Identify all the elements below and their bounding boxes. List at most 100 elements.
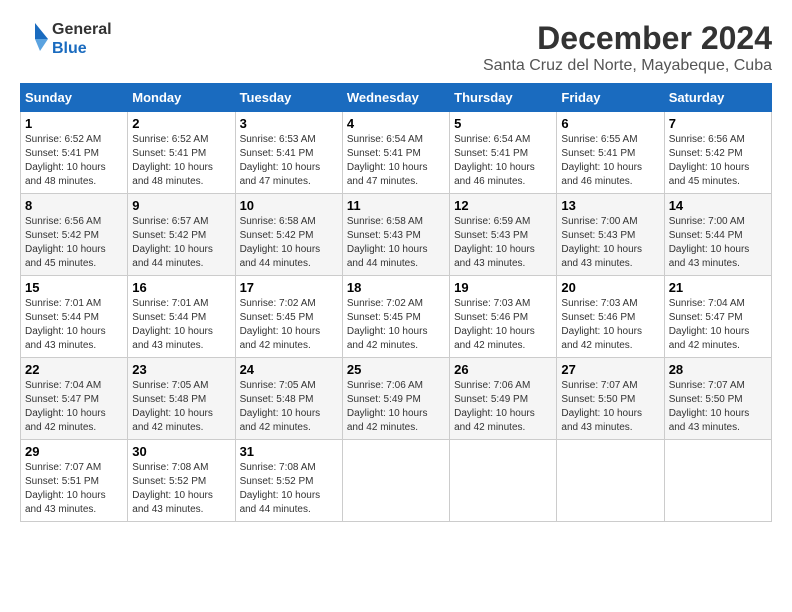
day-info: Sunrise: 7:01 AM Sunset: 5:44 PM Dayligh…	[25, 297, 123, 353]
page-header: General Blue December 2024 Santa Cruz de…	[20, 20, 772, 75]
day-info: Sunrise: 7:02 AM Sunset: 5:45 PM Dayligh…	[240, 297, 338, 353]
table-row: 5 Sunrise: 6:54 AM Sunset: 5:41 PM Dayli…	[450, 112, 557, 194]
calendar-table: Sunday Monday Tuesday Wednesday Thursday…	[20, 83, 772, 522]
table-row: 19 Sunrise: 7:03 AM Sunset: 5:46 PM Dayl…	[450, 276, 557, 358]
day-info: Sunrise: 6:59 AM Sunset: 5:43 PM Dayligh…	[454, 215, 552, 271]
day-number: 10	[240, 198, 338, 213]
table-row	[450, 440, 557, 522]
day-number: 8	[25, 198, 123, 213]
day-number: 27	[561, 362, 659, 377]
table-row: 10 Sunrise: 6:58 AM Sunset: 5:42 PM Dayl…	[235, 194, 342, 276]
table-row: 8 Sunrise: 6:56 AM Sunset: 5:42 PM Dayli…	[21, 194, 128, 276]
day-info: Sunrise: 6:58 AM Sunset: 5:43 PM Dayligh…	[347, 215, 445, 271]
logo-bird-icon	[20, 21, 50, 57]
day-number: 17	[240, 280, 338, 295]
day-number: 4	[347, 116, 445, 131]
table-row	[557, 440, 664, 522]
col-friday: Friday	[557, 84, 664, 112]
day-number: 1	[25, 116, 123, 131]
day-info: Sunrise: 6:54 AM Sunset: 5:41 PM Dayligh…	[347, 133, 445, 189]
day-info: Sunrise: 6:53 AM Sunset: 5:41 PM Dayligh…	[240, 133, 338, 189]
table-row: 16 Sunrise: 7:01 AM Sunset: 5:44 PM Dayl…	[128, 276, 235, 358]
day-number: 22	[25, 362, 123, 377]
logo-text-block: General Blue	[52, 20, 112, 58]
table-row: 13 Sunrise: 7:00 AM Sunset: 5:43 PM Dayl…	[557, 194, 664, 276]
day-number: 16	[132, 280, 230, 295]
calendar-week-row: 8 Sunrise: 6:56 AM Sunset: 5:42 PM Dayli…	[21, 194, 772, 276]
table-row: 9 Sunrise: 6:57 AM Sunset: 5:42 PM Dayli…	[128, 194, 235, 276]
day-number: 3	[240, 116, 338, 131]
logo-line2: Blue	[52, 39, 112, 58]
day-number: 9	[132, 198, 230, 213]
day-number: 30	[132, 444, 230, 459]
table-row: 18 Sunrise: 7:02 AM Sunset: 5:45 PM Dayl…	[342, 276, 449, 358]
day-number: 19	[454, 280, 552, 295]
day-number: 24	[240, 362, 338, 377]
day-number: 13	[561, 198, 659, 213]
day-number: 7	[669, 116, 767, 131]
day-number: 26	[454, 362, 552, 377]
day-info: Sunrise: 6:57 AM Sunset: 5:42 PM Dayligh…	[132, 215, 230, 271]
day-info: Sunrise: 6:55 AM Sunset: 5:41 PM Dayligh…	[561, 133, 659, 189]
table-row: 24 Sunrise: 7:05 AM Sunset: 5:48 PM Dayl…	[235, 358, 342, 440]
table-row: 25 Sunrise: 7:06 AM Sunset: 5:49 PM Dayl…	[342, 358, 449, 440]
day-number: 23	[132, 362, 230, 377]
day-info: Sunrise: 6:52 AM Sunset: 5:41 PM Dayligh…	[132, 133, 230, 189]
day-number: 20	[561, 280, 659, 295]
day-info: Sunrise: 6:56 AM Sunset: 5:42 PM Dayligh…	[25, 215, 123, 271]
table-row: 17 Sunrise: 7:02 AM Sunset: 5:45 PM Dayl…	[235, 276, 342, 358]
table-row: 27 Sunrise: 7:07 AM Sunset: 5:50 PM Dayl…	[557, 358, 664, 440]
table-row: 12 Sunrise: 6:59 AM Sunset: 5:43 PM Dayl…	[450, 194, 557, 276]
day-info: Sunrise: 7:05 AM Sunset: 5:48 PM Dayligh…	[132, 379, 230, 435]
col-tuesday: Tuesday	[235, 84, 342, 112]
day-number: 5	[454, 116, 552, 131]
col-monday: Monday	[128, 84, 235, 112]
table-row: 20 Sunrise: 7:03 AM Sunset: 5:46 PM Dayl…	[557, 276, 664, 358]
col-wednesday: Wednesday	[342, 84, 449, 112]
day-number: 14	[669, 198, 767, 213]
day-info: Sunrise: 7:06 AM Sunset: 5:49 PM Dayligh…	[454, 379, 552, 435]
day-info: Sunrise: 7:01 AM Sunset: 5:44 PM Dayligh…	[132, 297, 230, 353]
day-number: 6	[561, 116, 659, 131]
day-info: Sunrise: 7:03 AM Sunset: 5:46 PM Dayligh…	[561, 297, 659, 353]
table-row: 3 Sunrise: 6:53 AM Sunset: 5:41 PM Dayli…	[235, 112, 342, 194]
location-title: Santa Cruz del Norte, Mayabeque, Cuba	[483, 57, 772, 75]
table-row: 4 Sunrise: 6:54 AM Sunset: 5:41 PM Dayli…	[342, 112, 449, 194]
day-info: Sunrise: 7:04 AM Sunset: 5:47 PM Dayligh…	[25, 379, 123, 435]
day-info: Sunrise: 7:03 AM Sunset: 5:46 PM Dayligh…	[454, 297, 552, 353]
calendar-week-row: 15 Sunrise: 7:01 AM Sunset: 5:44 PM Dayl…	[21, 276, 772, 358]
col-thursday: Thursday	[450, 84, 557, 112]
day-info: Sunrise: 7:07 AM Sunset: 5:50 PM Dayligh…	[669, 379, 767, 435]
day-info: Sunrise: 7:06 AM Sunset: 5:49 PM Dayligh…	[347, 379, 445, 435]
day-number: 29	[25, 444, 123, 459]
calendar-week-row: 22 Sunrise: 7:04 AM Sunset: 5:47 PM Dayl…	[21, 358, 772, 440]
day-info: Sunrise: 6:52 AM Sunset: 5:41 PM Dayligh…	[25, 133, 123, 189]
table-row: 30 Sunrise: 7:08 AM Sunset: 5:52 PM Dayl…	[128, 440, 235, 522]
day-info: Sunrise: 7:07 AM Sunset: 5:51 PM Dayligh…	[25, 461, 123, 517]
day-number: 28	[669, 362, 767, 377]
day-info: Sunrise: 7:08 AM Sunset: 5:52 PM Dayligh…	[240, 461, 338, 517]
table-row: 23 Sunrise: 7:05 AM Sunset: 5:48 PM Dayl…	[128, 358, 235, 440]
table-row: 1 Sunrise: 6:52 AM Sunset: 5:41 PM Dayli…	[21, 112, 128, 194]
table-row: 14 Sunrise: 7:00 AM Sunset: 5:44 PM Dayl…	[664, 194, 771, 276]
logo: General Blue	[20, 20, 112, 58]
day-number: 11	[347, 198, 445, 213]
day-info: Sunrise: 7:00 AM Sunset: 5:44 PM Dayligh…	[669, 215, 767, 271]
day-number: 25	[347, 362, 445, 377]
table-row: 11 Sunrise: 6:58 AM Sunset: 5:43 PM Dayl…	[342, 194, 449, 276]
day-info: Sunrise: 7:08 AM Sunset: 5:52 PM Dayligh…	[132, 461, 230, 517]
day-number: 31	[240, 444, 338, 459]
day-info: Sunrise: 6:56 AM Sunset: 5:42 PM Dayligh…	[669, 133, 767, 189]
table-row: 15 Sunrise: 7:01 AM Sunset: 5:44 PM Dayl…	[21, 276, 128, 358]
calendar-title-block: December 2024 Santa Cruz del Norte, Maya…	[483, 20, 772, 75]
table-row: 29 Sunrise: 7:07 AM Sunset: 5:51 PM Dayl…	[21, 440, 128, 522]
col-sunday: Sunday	[21, 84, 128, 112]
table-row: 6 Sunrise: 6:55 AM Sunset: 5:41 PM Dayli…	[557, 112, 664, 194]
day-info: Sunrise: 7:07 AM Sunset: 5:50 PM Dayligh…	[561, 379, 659, 435]
day-number: 12	[454, 198, 552, 213]
table-row: 28 Sunrise: 7:07 AM Sunset: 5:50 PM Dayl…	[664, 358, 771, 440]
table-row	[664, 440, 771, 522]
day-number: 21	[669, 280, 767, 295]
table-row: 31 Sunrise: 7:08 AM Sunset: 5:52 PM Dayl…	[235, 440, 342, 522]
table-row: 26 Sunrise: 7:06 AM Sunset: 5:49 PM Dayl…	[450, 358, 557, 440]
